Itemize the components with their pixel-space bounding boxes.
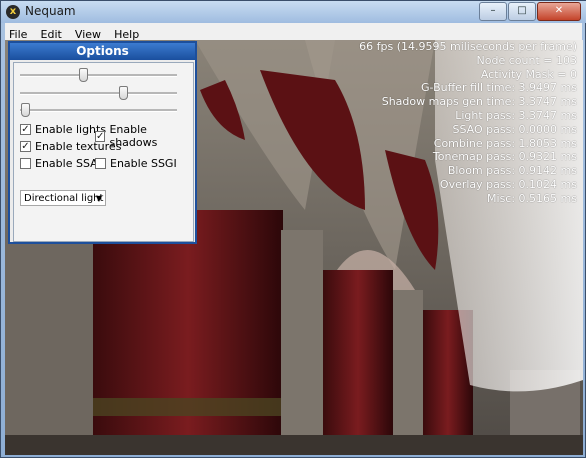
slider-1[interactable] [20, 68, 177, 82]
options-panel: Options ✓ Enable lights ✓ Enable shadows… [8, 41, 197, 244]
light-type-value: Directional light [24, 193, 104, 204]
enable-lights-row[interactable]: ✓ Enable lights [20, 123, 106, 136]
light-pass-time: Light pass: 3.3747 ms [455, 108, 577, 122]
enable-ssao-checkbox[interactable] [20, 158, 31, 169]
combine-pass-time: Combine pass: 1.8053 ms [433, 136, 577, 150]
chevron-down-icon: ▼ [95, 194, 102, 203]
tonemap-pass-time: Tonemap pass: 0.9321 ms [432, 150, 577, 164]
options-body: ✓ Enable lights ✓ Enable shadows ✓ Enabl… [13, 62, 194, 242]
app-window: x Nequam – □ ✕ File Edit View Help 66 fp… [0, 0, 586, 458]
enable-ssgi-row[interactable]: Enable SSGI [95, 157, 177, 170]
gbuffer-time: G-Buffer fill time: 3.9497 ms [420, 81, 577, 95]
minimize-button[interactable]: – [479, 2, 507, 21]
enable-shadows-label: Enable shadows [109, 123, 158, 149]
enable-textures-row[interactable]: ✓ Enable textures [20, 140, 121, 153]
shadow-maps-time: Shadow maps gen time: 3.3747 ms [381, 95, 577, 109]
misc-time: Misc: 0.5165 ms [487, 191, 577, 205]
menu-help[interactable]: Help [110, 26, 143, 41]
slider-1-thumb[interactable] [79, 68, 89, 82]
node-count: Node count = 103 [476, 53, 577, 67]
maximize-button[interactable]: □ [508, 2, 536, 21]
close-button[interactable]: ✕ [537, 2, 581, 21]
enable-textures-checkbox[interactable]: ✓ [20, 141, 31, 152]
bloom-pass-time: Bloom pass: 0.9142 ms [447, 164, 577, 178]
app-icon: x [6, 5, 20, 19]
menu-edit[interactable]: Edit [37, 26, 66, 41]
fps-readout: 66 fps (14.9595 miliseconds per frame) [359, 40, 577, 53]
slider-3-thumb[interactable] [21, 103, 31, 117]
menu-bar: File Edit View Help [5, 23, 582, 41]
options-title[interactable]: Options [10, 43, 195, 60]
window-title: Nequam [25, 4, 76, 18]
title-bar[interactable]: x Nequam – □ ✕ [1, 1, 586, 23]
enable-lights-checkbox[interactable]: ✓ [20, 124, 31, 135]
slider-2[interactable] [20, 86, 177, 100]
light-type-select[interactable]: Directional light ▼ [20, 190, 106, 206]
enable-textures-label: Enable textures [35, 140, 122, 153]
overlay-pass-time: Overlay pass: 0.1024 ms [439, 177, 577, 191]
enable-ssgi-checkbox[interactable] [95, 158, 106, 169]
menu-view[interactable]: View [71, 26, 105, 41]
enable-ssao-row[interactable]: Enable SSAO [20, 157, 106, 170]
activity-mask: Activity Mask = 0 [480, 67, 577, 81]
menu-file[interactable]: File [5, 26, 31, 41]
slider-2-thumb[interactable] [119, 86, 129, 100]
enable-ssgi-label: Enable SSGI [110, 157, 177, 170]
stats-overlay: 66 fps (14.9595 miliseconds per frame) N… [359, 40, 577, 206]
ssao-pass-time: SSAO pass: 0.0000 ms [452, 122, 577, 136]
slider-3[interactable] [20, 103, 177, 117]
